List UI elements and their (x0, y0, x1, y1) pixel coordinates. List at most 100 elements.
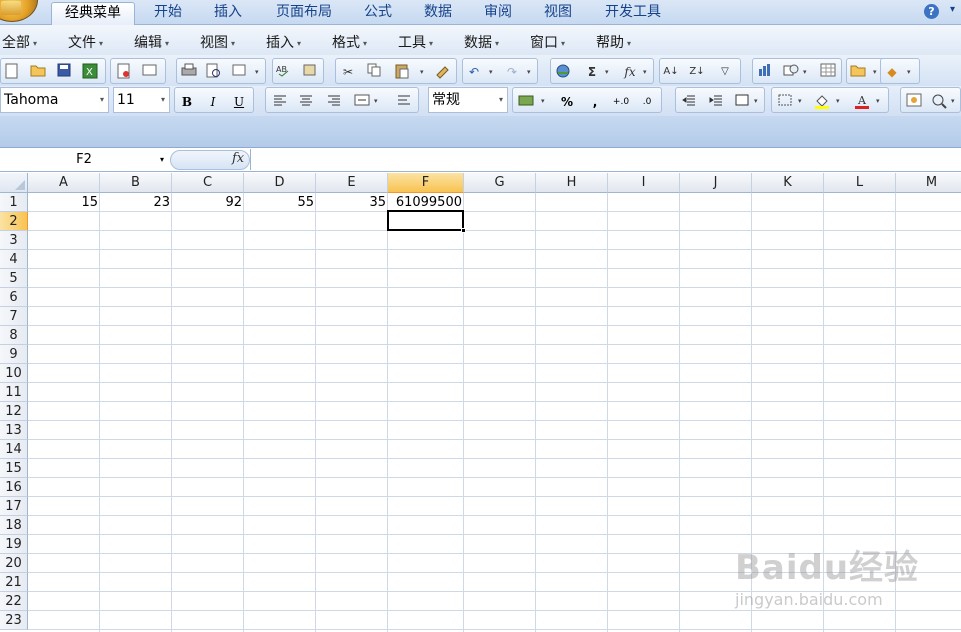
menu-window[interactable]: 窗口 ▾ (530, 32, 565, 52)
cell-d1[interactable]: 55 (244, 193, 316, 212)
row-header-2[interactable]: 2 (0, 212, 28, 231)
help-icon[interactable]: ? (924, 4, 939, 19)
tab-view[interactable]: 视图 (531, 2, 585, 25)
decrease-decimal-icon[interactable]: .0 (637, 93, 657, 112)
tab-page-layout[interactable]: 页面布局 (263, 2, 345, 25)
menu-tools[interactable]: 工具 ▾ (398, 32, 433, 52)
row-header-16[interactable]: 16 (0, 478, 28, 497)
menu-edit[interactable]: 编辑 ▾ (134, 32, 169, 52)
chevron-down-icon[interactable]: ▾ (489, 68, 493, 76)
column-header-f[interactable]: F (388, 173, 464, 193)
row-header-7[interactable]: 7 (0, 307, 28, 326)
chevron-down-icon[interactable]: ▾ (951, 97, 955, 105)
row-header-20[interactable]: 20 (0, 554, 28, 573)
menu-view[interactable]: 视图 ▾ (200, 32, 235, 52)
comma-button[interactable]: , (585, 93, 605, 112)
row-header-3[interactable]: 3 (0, 231, 28, 250)
align-right-icon[interactable] (324, 93, 344, 112)
spelling-icon[interactable]: AB (275, 63, 293, 81)
column-header-l[interactable]: L (824, 173, 896, 193)
cell-c1[interactable]: 92 (172, 193, 244, 212)
chevron-down-icon[interactable]: ▾ (907, 68, 911, 76)
column-header-b[interactable]: B (100, 173, 172, 193)
folder-icon[interactable] (849, 63, 867, 81)
row-header-13[interactable]: 13 (0, 421, 28, 440)
row-header-14[interactable]: 14 (0, 440, 28, 459)
tab-review[interactable]: 审阅 (471, 2, 525, 25)
row-header-8[interactable]: 8 (0, 326, 28, 345)
chevron-down-icon[interactable]: ▾ (255, 68, 259, 76)
chevron-down-icon[interactable]: ▾ (420, 68, 424, 76)
chevron-down-icon[interactable]: ▾ (541, 97, 545, 105)
row-header-11[interactable]: 11 (0, 383, 28, 402)
wrap-text-icon[interactable] (394, 93, 414, 112)
font-name-select[interactable]: Tahoma ▾ (0, 87, 109, 113)
row-header-4[interactable]: 4 (0, 250, 28, 269)
number-format-select[interactable]: 常规 ▾ (428, 87, 508, 113)
column-header-h[interactable]: H (536, 173, 608, 193)
menu-data[interactable]: 数据 ▾ (464, 32, 499, 52)
column-header-g[interactable]: G (464, 173, 536, 193)
tab-data[interactable]: 数据 (411, 2, 465, 25)
chevron-down-icon[interactable]: ▾ (798, 97, 802, 105)
autosum-icon[interactable]: Σ (583, 63, 601, 81)
insert-function-icon[interactable]: fx (621, 63, 639, 81)
row-header-21[interactable]: 21 (0, 573, 28, 592)
column-header-i[interactable]: I (608, 173, 680, 193)
sort-ascending-icon[interactable]: A↓ (662, 63, 680, 81)
increase-decimal-icon[interactable]: +.0 (611, 93, 631, 112)
chevron-down-icon[interactable]: ▾ (873, 68, 877, 76)
cell-b1[interactable]: 23 (100, 193, 172, 212)
save-icon[interactable] (55, 63, 73, 81)
row-header-6[interactable]: 6 (0, 288, 28, 307)
menu-file[interactable]: 文件 ▾ (68, 32, 103, 52)
decrease-indent-icon[interactable] (679, 93, 699, 112)
insert-function-button[interactable]: fx (232, 151, 244, 166)
cell-e1[interactable]: 35 (316, 193, 388, 212)
tab-classic-menu[interactable]: 经典菜单 (51, 2, 135, 25)
column-header-c[interactable]: C (172, 173, 244, 193)
page-setup-icon[interactable] (231, 63, 249, 81)
paste-icon[interactable] (393, 63, 411, 81)
formula-input[interactable] (250, 149, 961, 170)
row-header-15[interactable]: 15 (0, 459, 28, 478)
tab-developer[interactable]: 开发工具 (592, 2, 674, 25)
styles-icon[interactable] (904, 93, 924, 112)
column-header-k[interactable]: K (752, 173, 824, 193)
column-header-m[interactable]: M (896, 173, 961, 193)
chevron-down-icon[interactable]: ▾ (527, 68, 531, 76)
row-header-17[interactable]: 17 (0, 497, 28, 516)
row-header-1[interactable]: 1 (0, 193, 28, 212)
undo-icon[interactable]: ↶ (465, 63, 483, 81)
merge-center-icon[interactable] (352, 93, 372, 112)
row-header-12[interactable]: 12 (0, 402, 28, 421)
font-size-select[interactable]: 11 ▾ (113, 87, 170, 113)
format-painter-icon[interactable] (434, 63, 452, 81)
align-left-icon[interactable] (270, 93, 290, 112)
align-center-icon[interactable] (296, 93, 316, 112)
percent-button[interactable]: % (557, 93, 577, 112)
row-header-18[interactable]: 18 (0, 516, 28, 535)
menu-insert[interactable]: 插入 ▾ (266, 32, 301, 52)
chart-icon[interactable] (756, 63, 774, 81)
macro-icon[interactable]: ◆ (883, 63, 901, 81)
currency-icon[interactable] (516, 93, 536, 112)
bold-button[interactable]: B (177, 93, 197, 112)
print-preview-icon[interactable] (205, 63, 223, 81)
increase-indent-icon[interactable] (706, 93, 726, 112)
chevron-down-icon[interactable]: ▾ (876, 97, 880, 105)
row-header-10[interactable]: 10 (0, 364, 28, 383)
border-style-icon[interactable] (732, 93, 752, 112)
chevron-down-icon[interactable]: ▾ (605, 68, 609, 76)
row-header-19[interactable]: 19 (0, 535, 28, 554)
open-folder-icon[interactable] (29, 63, 47, 81)
column-header-e[interactable]: E (316, 173, 388, 193)
row-header-9[interactable]: 9 (0, 345, 28, 364)
fill-color-icon[interactable] (812, 93, 832, 112)
chevron-down-icon[interactable]: ▾ (643, 68, 647, 76)
column-header-j[interactable]: J (680, 173, 752, 193)
research-icon[interactable] (301, 63, 319, 81)
row-header-22[interactable]: 22 (0, 592, 28, 611)
menu-help[interactable]: 帮助 ▾ (596, 32, 631, 52)
borders-icon[interactable] (775, 93, 795, 112)
